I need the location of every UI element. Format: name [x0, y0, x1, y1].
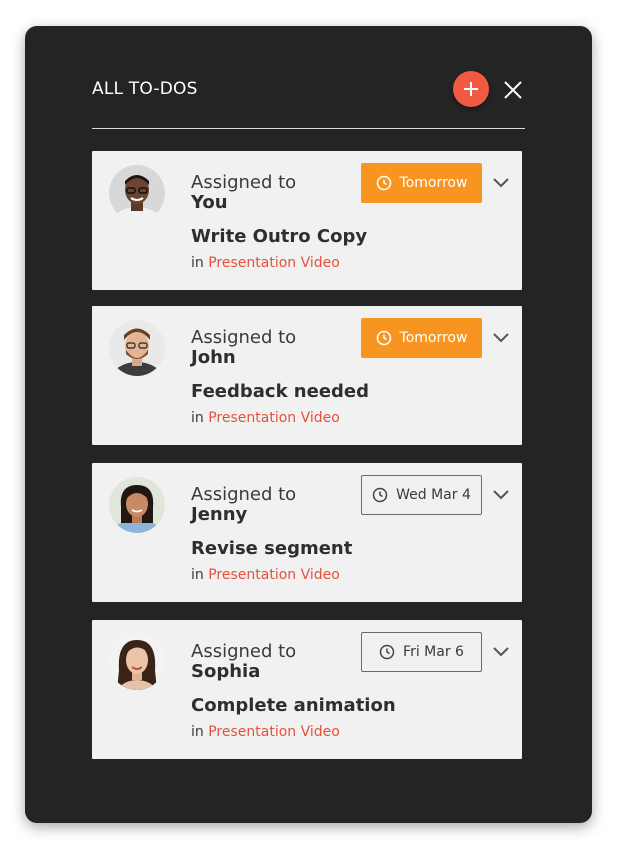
due-date-label: Tomorrow	[399, 330, 468, 346]
clock-icon	[379, 644, 395, 660]
due-date-label: Fri Mar 6	[403, 644, 464, 660]
assigned-label: Assigned to	[191, 327, 297, 348]
project-link[interactable]: Presentation Video	[208, 724, 340, 740]
clock-icon	[372, 487, 388, 503]
clock-icon	[376, 330, 391, 346]
in-label: in	[191, 410, 204, 426]
project-line: in Presentation Video	[191, 567, 340, 583]
due-date-badge[interactable]: Wed Mar 4	[361, 475, 482, 515]
due-date-badge[interactable]: Tomorrow	[361, 318, 482, 358]
task-title[interactable]: Write Outro Copy	[191, 227, 367, 247]
in-label: in	[191, 255, 204, 271]
assignee-name: You	[191, 192, 228, 213]
project-line: in Presentation Video	[191, 255, 340, 271]
avatar	[109, 634, 165, 690]
todo-card[interactable]: Assigned to Jenny Revise segment in Pres…	[92, 463, 522, 602]
assignee-name: Jenny	[191, 504, 248, 525]
project-link[interactable]: Presentation Video	[208, 255, 340, 271]
in-label: in	[191, 724, 204, 740]
assigned-label: Assigned to	[191, 641, 297, 662]
task-title[interactable]: Feedback needed	[191, 382, 369, 402]
chevron-down-icon[interactable]	[493, 178, 509, 188]
due-date-label: Tomorrow	[399, 175, 468, 191]
due-date-label: Wed Mar 4	[396, 487, 471, 503]
due-date-badge[interactable]: Tomorrow	[361, 163, 482, 203]
in-label: in	[191, 567, 204, 583]
due-date-badge[interactable]: Fri Mar 6	[361, 632, 482, 672]
chevron-down-icon[interactable]	[493, 490, 509, 500]
close-button[interactable]	[502, 79, 524, 101]
avatar	[109, 477, 165, 533]
todo-card[interactable]: Assigned to Sophia Complete animation in…	[92, 620, 522, 759]
project-line: in Presentation Video	[191, 724, 340, 740]
project-link[interactable]: Presentation Video	[208, 567, 340, 583]
project-link[interactable]: Presentation Video	[208, 410, 340, 426]
avatar	[109, 320, 165, 376]
task-title[interactable]: Complete animation	[191, 696, 396, 716]
avatar	[109, 165, 165, 221]
chevron-down-icon[interactable]	[493, 333, 509, 343]
task-title[interactable]: Revise segment	[191, 539, 352, 559]
chevron-down-icon[interactable]	[493, 647, 509, 657]
assignee-name: John	[191, 347, 236, 368]
add-todo-button[interactable]	[453, 71, 489, 107]
assignee-name: Sophia	[191, 661, 261, 682]
clock-icon	[376, 175, 391, 191]
panel-header: ALL TO-DOS	[92, 71, 525, 129]
todo-card[interactable]: Assigned to John Feedback needed in Pres…	[92, 306, 522, 445]
assigned-label: Assigned to	[191, 172, 297, 193]
page-title: ALL TO-DOS	[92, 79, 198, 99]
project-line: in Presentation Video	[191, 410, 340, 426]
assigned-label: Assigned to	[191, 484, 297, 505]
close-icon	[504, 81, 522, 99]
todo-card[interactable]: Assigned to You Write Outro Copy in Pres…	[92, 151, 522, 290]
